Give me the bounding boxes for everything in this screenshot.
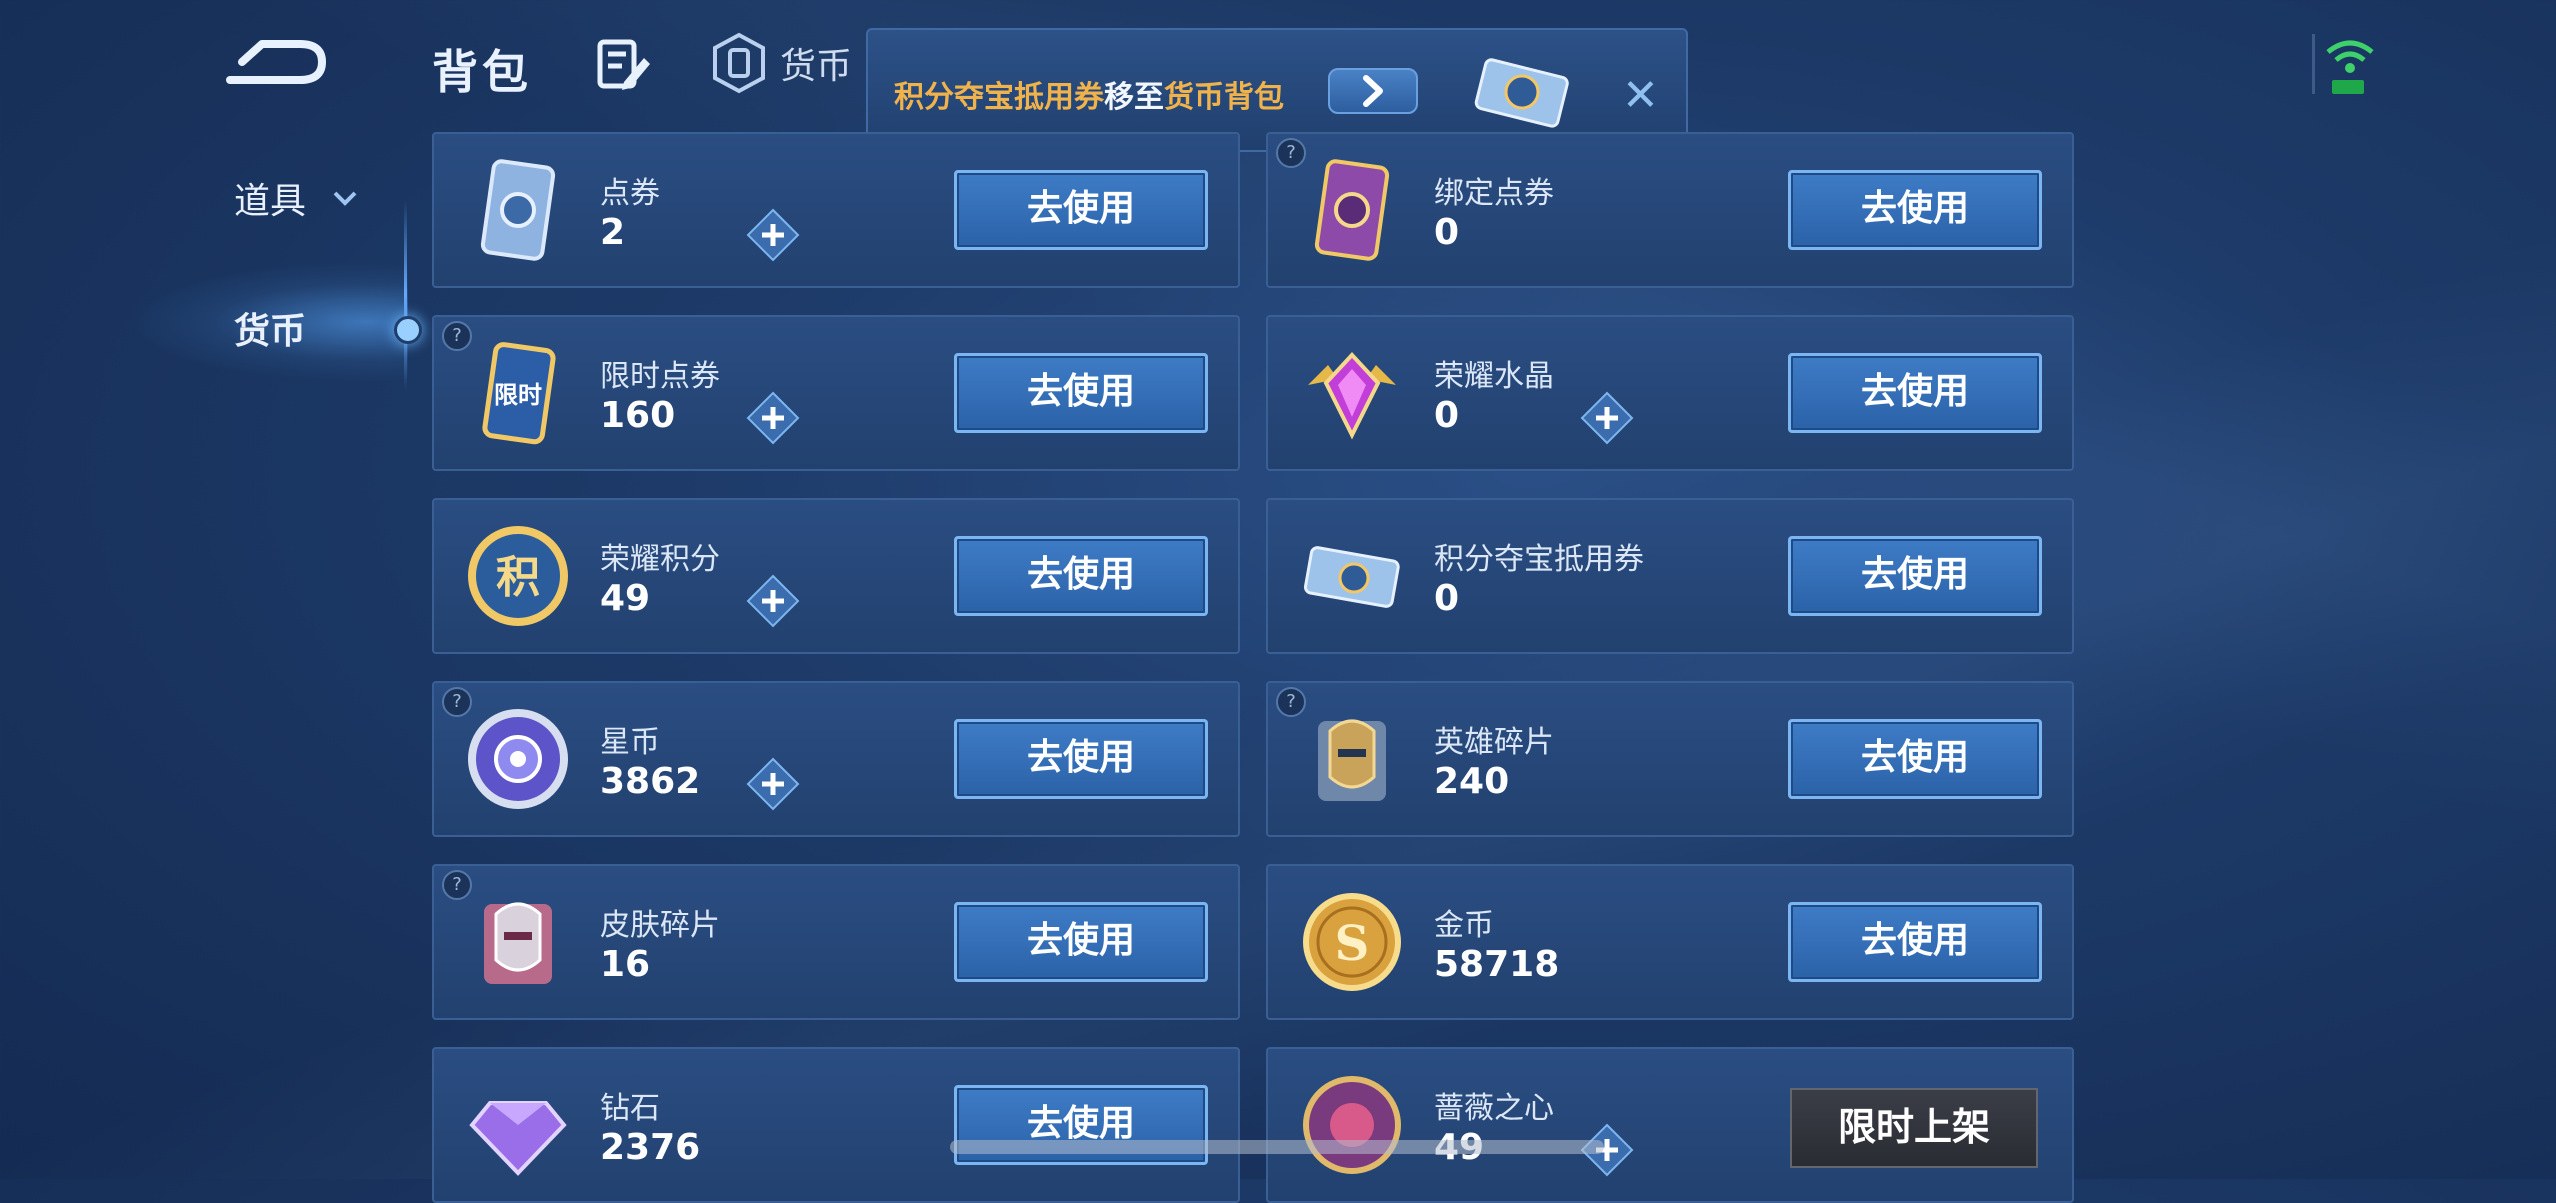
back-arrow-icon[interactable]	[222, 34, 332, 90]
notice-go-button[interactable]	[1328, 68, 1418, 114]
currency-card-limited-coupon: ? 限时 限时点券 160 去使用	[432, 315, 1240, 471]
item-count: 3862	[600, 761, 701, 802]
honor-points-icon-text: 积	[496, 552, 540, 603]
item-count: 16	[600, 944, 651, 985]
add-icon[interactable]	[746, 757, 800, 811]
currency-card-bound-coupon: ? 绑定点券 0 去使用	[1266, 132, 2074, 288]
currency-card-honor-points: 积 荣耀积分 49 去使用	[432, 498, 1240, 654]
limited-coupon-icon-text: 限时	[494, 381, 542, 409]
use-button[interactable]: 去使用	[1788, 536, 2042, 616]
item-count: 0	[1434, 395, 1460, 436]
notice-item-name: 积分夺宝抵用券	[894, 80, 1104, 115]
gold-coin-icon-text: S	[1335, 916, 1370, 972]
item-name: 荣耀积分	[600, 542, 720, 577]
use-button[interactable]: 去使用	[1788, 170, 2042, 250]
use-button[interactable]: 去使用	[1788, 353, 2042, 433]
item-count: 0	[1434, 212, 1460, 253]
item-name: 绑定点券	[1434, 176, 1554, 211]
use-button[interactable]: 去使用	[954, 170, 1208, 250]
use-button[interactable]: 去使用	[1788, 719, 2042, 799]
notice-target: 货币背包	[1164, 80, 1284, 115]
gold-coin-icon: S	[1303, 893, 1401, 991]
chevron-down-icon	[333, 191, 357, 206]
item-name: 英雄碎片	[1434, 725, 1554, 760]
divider	[2312, 34, 2315, 94]
currency-card-lottery-voucher: 积分夺宝抵用券 0 去使用	[1266, 498, 2074, 654]
add-icon[interactable]	[1580, 391, 1634, 445]
honor-points-icon: 积	[468, 526, 568, 626]
item-name: 金币	[1434, 908, 1494, 943]
sidebar-item-currency[interactable]: 货币	[234, 302, 306, 354]
sidebar-indicator-dot	[394, 316, 422, 344]
add-icon[interactable]	[746, 574, 800, 628]
star-coin-icon	[468, 709, 568, 809]
limited-coupon-icon: 限时	[482, 342, 556, 445]
wifi-battery-icon	[2326, 40, 2374, 94]
limited-time-sale-button[interactable]: 限时上架	[1790, 1088, 2038, 1168]
use-button[interactable]: 去使用	[954, 536, 1208, 616]
add-icon[interactable]	[746, 391, 800, 445]
chevron-right-icon	[1363, 75, 1383, 107]
item-name: 积分夺宝抵用券	[1434, 542, 1644, 577]
currency-card-skin-fragment: ? 皮肤碎片 16 去使用	[432, 864, 1240, 1020]
item-count: 160	[600, 395, 676, 436]
use-button[interactable]: 去使用	[1788, 902, 2042, 982]
item-name: 蔷薇之心	[1434, 1091, 1554, 1126]
currency-card-diamond: 钻石 2376 去使用	[432, 1047, 1240, 1203]
lottery-voucher-icon	[1303, 546, 1400, 608]
notice-text: 积分夺宝抵用券移至货币背包	[894, 72, 1284, 116]
page-title: 背包	[432, 45, 532, 99]
item-name: 钻石	[600, 1091, 660, 1126]
currency-card-honor-crystal: 荣耀水晶 0 去使用	[1266, 315, 2074, 471]
coupon-icon	[480, 159, 556, 261]
sidebar-item-items[interactable]: 道具	[234, 172, 358, 224]
item-name: 荣耀水晶	[1434, 359, 1554, 394]
rose-heart-icon	[1303, 1076, 1401, 1174]
voucher-ticket-icon	[1474, 58, 1569, 128]
use-button[interactable]: 去使用	[954, 719, 1208, 799]
use-button[interactable]: 去使用	[954, 902, 1208, 982]
item-count: 49	[600, 578, 651, 619]
bound-coupon-icon	[1314, 159, 1390, 261]
use-button[interactable]: 去使用	[954, 353, 1208, 433]
currency-card-hero-fragment: ? 英雄碎片 240 去使用	[1266, 681, 2074, 837]
home-indicator[interactable]	[950, 1140, 1604, 1154]
honor-crystal-icon	[1308, 352, 1396, 440]
item-count: 240	[1434, 761, 1510, 802]
item-name: 限时点券	[600, 359, 720, 394]
skin-fragment-icon	[484, 902, 552, 984]
currency-card-coupon: 点券 2 去使用	[432, 132, 1240, 288]
edit-icon[interactable]	[596, 38, 652, 92]
tab-currency[interactable]: 货币	[712, 32, 852, 94]
item-count: 58718	[1434, 944, 1560, 985]
currency-card-gold: S 金币 58718 去使用	[1266, 864, 2074, 1020]
item-count: 2376	[600, 1127, 701, 1168]
item-count: 2	[600, 212, 626, 253]
hero-fragment-icon	[1318, 719, 1386, 801]
currency-card-star-coin: ? 星币 3862 去使用	[432, 681, 1240, 837]
item-name: 星币	[600, 725, 660, 760]
close-icon[interactable]: ✕	[1622, 70, 1659, 121]
item-name: 皮肤碎片	[600, 908, 720, 943]
currency-hex-icon	[713, 32, 765, 94]
item-name: 点券	[600, 176, 660, 211]
notice-move-to: 移至	[1104, 80, 1164, 115]
sidebar-item-label: 道具	[234, 181, 307, 222]
sidebar-indicator-line	[404, 200, 407, 390]
item-count: 0	[1434, 578, 1460, 619]
add-icon[interactable]	[746, 208, 800, 262]
diamond-icon	[469, 1101, 567, 1176]
currency-tab-label: 货币	[780, 46, 853, 87]
sidebar-item-label: 货币	[234, 311, 307, 352]
